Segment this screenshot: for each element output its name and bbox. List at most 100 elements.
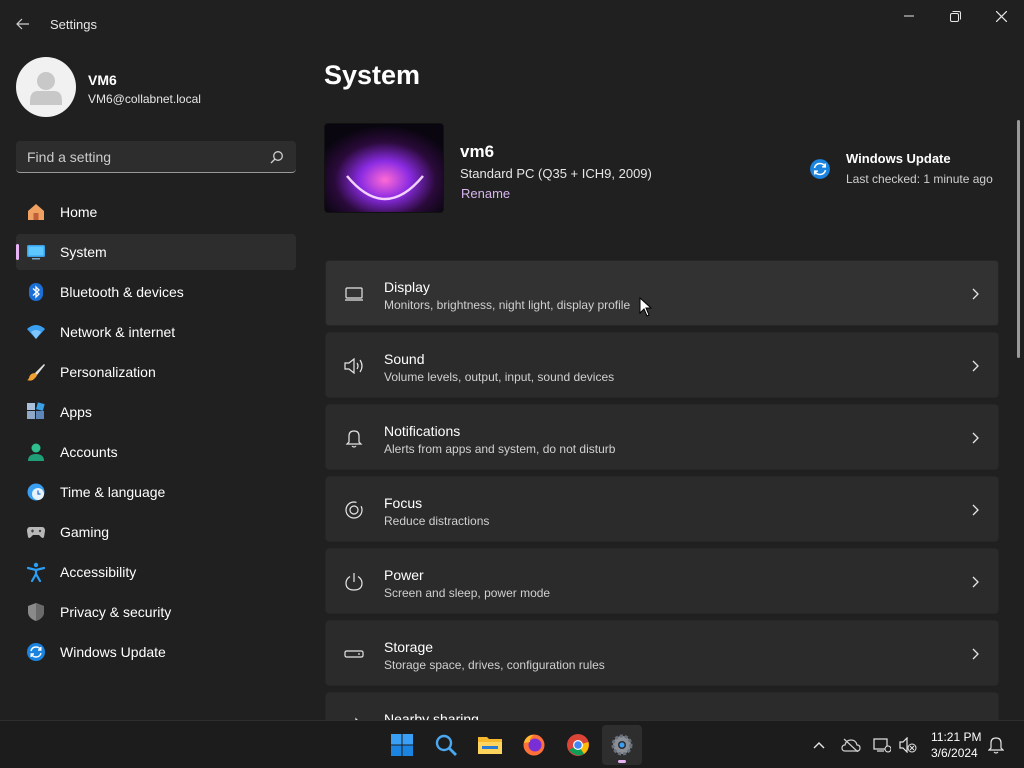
focus-icon (343, 499, 365, 521)
pc-wallpaper-thumbnail[interactable] (324, 123, 444, 213)
start-button[interactable] (382, 725, 422, 765)
sidebar-item-label: Privacy & security (60, 604, 172, 620)
card-title: Focus (384, 495, 423, 511)
card-storage[interactable]: Storage Storage space, drives, configura… (325, 620, 999, 686)
close-button[interactable] (978, 0, 1024, 32)
card-notifications[interactable]: Notifications Alerts from apps and syste… (325, 404, 999, 470)
card-focus[interactable]: Focus Reduce distractions (325, 476, 999, 542)
tray-overflow-button[interactable] (809, 735, 829, 755)
sidebar-item-label: Gaming (60, 524, 110, 540)
avatar (16, 57, 76, 117)
shield-icon (26, 602, 46, 622)
taskbar-firefox[interactable] (514, 725, 554, 765)
bell-icon (988, 737, 1004, 754)
card-title: Nearby sharing (384, 711, 479, 720)
update-status: Last checked: 1 minute ago (846, 172, 993, 186)
card-power[interactable]: Power Screen and sleep, power mode (325, 548, 999, 614)
user-name: VM6 (88, 72, 117, 88)
restore-icon (949, 10, 961, 22)
sidebar-item-label: Time & language (60, 484, 166, 500)
taskbar-settings[interactable] (602, 725, 642, 765)
chevron-right-icon (972, 360, 979, 372)
user-profile[interactable]: VM6 VM6@collabnet.local (16, 57, 296, 117)
sidebar-item-bluetooth[interactable]: Bluetooth & devices (16, 274, 296, 310)
sidebar-item-windows-update[interactable]: Windows Update (16, 634, 296, 670)
tray-network-button[interactable] (872, 735, 892, 755)
storage-icon (343, 643, 365, 665)
taskbar-chrome[interactable] (558, 725, 598, 765)
sidebar-item-accessibility[interactable]: Accessibility (16, 554, 296, 590)
user-email: VM6@collabnet.local (88, 92, 201, 106)
cloud-offline-icon (841, 738, 861, 752)
card-title: Notifications (384, 423, 461, 439)
card-description: Monitors, brightness, night light, displ… (384, 298, 631, 312)
sidebar-item-home[interactable]: Home (16, 194, 296, 230)
tray-notifications-button[interactable] (986, 735, 1006, 755)
bell-icon (343, 427, 365, 449)
chrome-icon (567, 734, 589, 756)
speaker-icon (343, 355, 365, 377)
minimize-button[interactable] (886, 0, 932, 32)
chevron-right-icon (972, 576, 979, 588)
active-app-indicator (618, 760, 626, 763)
search-placeholder: Find a setting (27, 149, 112, 165)
tray-volume-button[interactable] (898, 735, 918, 755)
sidebar-item-personalization[interactable]: Personalization (16, 354, 296, 390)
card-nearby-sharing[interactable]: Nearby sharing (325, 692, 999, 720)
card-description: Alerts from apps and system, do not dist… (384, 442, 616, 456)
wifi-icon (26, 322, 46, 342)
search-icon (270, 151, 283, 164)
apps-icon (26, 402, 46, 422)
card-title: Sound (384, 351, 425, 367)
taskbar-search[interactable] (426, 725, 466, 765)
search-input[interactable]: Find a setting (16, 141, 296, 173)
taskbar (0, 720, 1024, 768)
sidebar-item-network[interactable]: Network & internet (16, 314, 296, 350)
card-description: Storage space, drives, configuration rul… (384, 658, 605, 672)
rename-link[interactable]: Rename (461, 186, 510, 201)
sidebar-item-label: Accessibility (60, 564, 137, 580)
title-bar: Settings (0, 0, 1024, 48)
card-description: Screen and sleep, power mode (384, 586, 551, 600)
monitor-icon (343, 283, 365, 305)
gamepad-icon (26, 522, 46, 542)
mouse-cursor-icon (639, 297, 653, 317)
scrollbar[interactable] (1017, 120, 1020, 358)
sidebar-item-accounts[interactable]: Accounts (16, 434, 296, 470)
card-display[interactable]: Display Monitors, brightness, night ligh… (325, 260, 999, 326)
power-icon (343, 571, 365, 593)
sidebar-item-label: Apps (60, 404, 92, 420)
taskbar-file-explorer[interactable] (470, 725, 510, 765)
sidebar-item-label: Home (60, 204, 98, 220)
card-title: Power (384, 567, 424, 583)
back-button[interactable] (10, 12, 36, 36)
clock-time[interactable]: 11:21 PM (931, 730, 981, 744)
sidebar-item-label: System (60, 244, 107, 260)
windows-update-icon (810, 159, 830, 179)
pc-model: Standard PC (Q35 + ICH9, 2009) (460, 166, 652, 181)
page-title: System (324, 60, 421, 90)
maximize-button[interactable] (932, 0, 978, 32)
settings-icon (611, 734, 633, 756)
sidebar-item-apps[interactable]: Apps (16, 394, 296, 430)
search-icon (435, 734, 457, 756)
card-sound[interactable]: Sound Volume levels, output, input, soun… (325, 332, 999, 398)
pc-name: vm6 (460, 142, 495, 161)
clock-date[interactable]: 3/6/2024 (931, 746, 978, 760)
settings-list: Display Monitors, brightness, night ligh… (325, 260, 999, 720)
sidebar-item-time-language[interactable]: Time & language (16, 474, 296, 510)
chevron-right-icon (972, 432, 979, 444)
arrow-left-icon (16, 18, 29, 30)
sidebar-item-system[interactable]: System (16, 234, 296, 270)
start-icon (391, 734, 413, 756)
sidebar-item-gaming[interactable]: Gaming (16, 514, 296, 550)
home-icon (26, 202, 46, 222)
chevron-right-icon (972, 288, 979, 300)
wallpaper-image (325, 124, 443, 212)
accounts-icon (26, 442, 46, 462)
sidebar-item-privacy[interactable]: Privacy & security (16, 594, 296, 630)
tray-onedrive-button[interactable] (841, 735, 861, 755)
clock-globe-icon (26, 482, 46, 502)
minimize-icon (904, 15, 914, 17)
windows-update-link[interactable]: Windows Update (846, 151, 951, 166)
